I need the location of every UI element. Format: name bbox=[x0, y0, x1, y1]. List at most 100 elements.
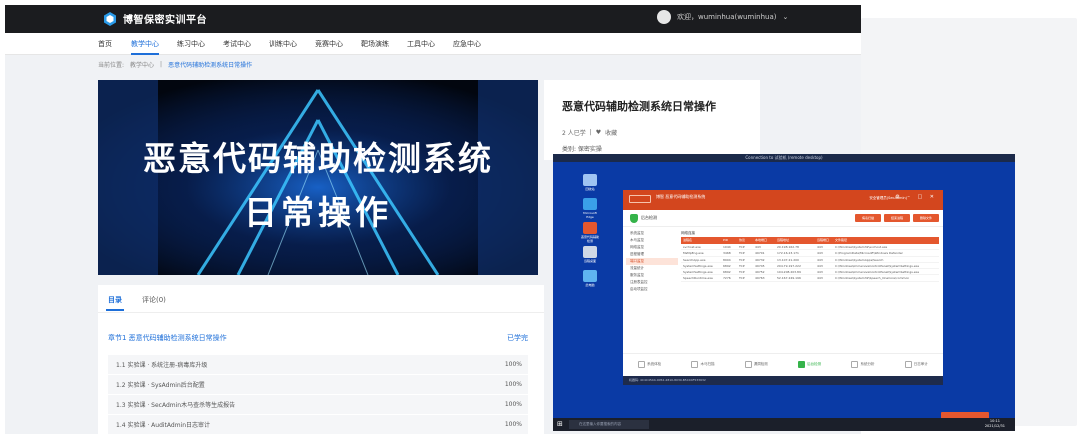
table-body: svchost.exe 1044 TCP 443 20.198.162.78 443 C:\… bbox=[681, 244, 939, 282]
logo[interactable]: 博智保密实训平台 bbox=[103, 11, 207, 26]
bottom-nav-label: 漏洞检测 bbox=[753, 362, 768, 366]
table-cell: TCP bbox=[739, 276, 745, 281]
remote-window-title: Connection to 试验机 (remote desktop) bbox=[553, 154, 1015, 162]
sidebar-item[interactable]: 进程管理 bbox=[626, 251, 678, 258]
nav-emergency[interactable]: 应急中心 bbox=[453, 33, 481, 55]
clock-date: 2021/12/31 bbox=[984, 424, 1005, 428]
breadcrumb-teaching[interactable]: 教学中心 bbox=[130, 60, 154, 69]
nav-home[interactable]: 首页 bbox=[98, 33, 112, 55]
sidebar-item[interactable]: 启动项监控 bbox=[626, 286, 678, 293]
app-name: 博智 恶意代码辅助检测系统 bbox=[656, 194, 706, 199]
table-cell: 443 bbox=[817, 263, 823, 268]
table-row[interactable]: SpeechRuntime.exe 7276 TCP 49763 52.167.249.… bbox=[681, 275, 939, 282]
lesson-item[interactable]: 1.4 实验课 · AuditAdmin日志审计 100% bbox=[108, 415, 528, 434]
table-cell: 443 bbox=[817, 257, 823, 262]
sidebar-item[interactable]: 系统监控 bbox=[626, 230, 678, 237]
app-toolbar: 后台检测 病毒扫描 结束进程 删除文件 bbox=[623, 210, 943, 227]
kill-process-button[interactable]: 结束进程 bbox=[884, 214, 910, 222]
table-cell: TCP bbox=[739, 257, 745, 262]
catalog-tabs: 目录 评论(0) bbox=[98, 285, 544, 313]
remote-desktop[interactable]: Connection to 试验机 (remote desktop) 回收站 M… bbox=[553, 154, 1015, 431]
scan-icon bbox=[691, 361, 699, 368]
lesson-label: 1.1 实验课 · 系统注册-病毒库升级 bbox=[116, 362, 208, 369]
lesson-item[interactable]: 1.1 实验课 · 系统注册-病毒库升级 100% bbox=[108, 355, 528, 374]
bottom-nav-item[interactable]: 系统分析 bbox=[836, 354, 889, 375]
table-cell: SystemSettings.exe bbox=[683, 263, 713, 268]
table-cell: C:\Windows\System32\Speech_OneCore\commo… bbox=[835, 276, 910, 281]
nav-teaching[interactable]: 教学中心 bbox=[131, 33, 159, 55]
table-cell: 172.16.23.171 bbox=[777, 251, 799, 256]
bottom-nav-item[interactable]: 木马扫描 bbox=[676, 354, 729, 375]
table-cell: C:\Windows\SystemApps\Search bbox=[835, 257, 884, 262]
course-catalog: 目录 评论(0) 章节1 恶意代码辅助检测系统日常操作 已学完 1.1 实验课 … bbox=[98, 285, 544, 434]
nav-practice[interactable]: 练习中心 bbox=[177, 33, 205, 55]
bottom-nav-item[interactable]: 漏洞检测 bbox=[730, 354, 783, 375]
window-controls[interactable]: ⚙ – □ ✕ bbox=[895, 194, 937, 200]
nav-tools[interactable]: 工具中心 bbox=[407, 33, 435, 55]
tab-catalog[interactable]: 目录 bbox=[108, 295, 122, 305]
sidebar-item[interactable]: 网络监控 bbox=[626, 244, 678, 251]
table-cell: 6892 bbox=[723, 263, 731, 268]
bottom-nav-item[interactable]: 日志审计 bbox=[890, 354, 943, 375]
table-cell: 204.79.197.222 bbox=[777, 263, 801, 268]
table-cell: SystemSettings.exe bbox=[683, 270, 713, 275]
shield-icon bbox=[798, 361, 806, 368]
delete-file-button[interactable]: 删除文件 bbox=[913, 214, 939, 222]
chapter-title: 章节1 恶意代码辅助检测系统日常操作 bbox=[108, 334, 227, 342]
table-cell: TCP bbox=[739, 245, 745, 249]
lesson-item[interactable]: 1.2 实验课 · SysAdmin后台配置 100% bbox=[108, 375, 528, 394]
bottom-nav-item[interactable]: 系统体检 bbox=[623, 354, 676, 375]
desktop-icon-label: 回收站 bbox=[585, 187, 595, 191]
column-header: 远程地址 bbox=[777, 238, 790, 242]
table-cell: SearchApp.exe bbox=[683, 257, 706, 262]
table-cell: C:\Windows\ImmersiveControlPanel\SystemS… bbox=[835, 270, 920, 275]
sidebar-item[interactable]: 流量统计 bbox=[626, 265, 678, 272]
table-cell: 20.198.162.78 bbox=[777, 245, 799, 249]
desktop-icon-detector[interactable]: 恶意代码辅助检测 bbox=[580, 222, 600, 243]
sidebar-item[interactable]: 木马监控 bbox=[626, 237, 678, 244]
sidebar-item[interactable]: 服务监控 bbox=[626, 272, 678, 279]
lesson-list: 1.1 实验课 · 系统注册-病毒库升级 100% 1.2 实验课 · SysAd… bbox=[108, 355, 528, 434]
check-icon bbox=[638, 361, 646, 368]
lesson-item[interactable]: 1.3 实验课 · SecAdmin木马查杀等生成报告 100% bbox=[108, 395, 528, 414]
app-logo bbox=[629, 195, 651, 203]
nav-exam[interactable]: 考试中心 bbox=[223, 33, 251, 55]
heart-icon[interactable]: ♥ bbox=[596, 129, 601, 136]
chevron-down-icon: ⌄ bbox=[782, 13, 789, 21]
windows-start-icon[interactable]: ⊞ bbox=[557, 421, 564, 428]
table-cell: 52.167.249.196 bbox=[777, 276, 801, 281]
nav-range[interactable]: 靶场演练 bbox=[361, 33, 389, 55]
user-menu[interactable]: 欢迎，wuminhua(wuminhua) ⌄ bbox=[657, 10, 788, 24]
user-name: 欢迎，wuminhua(wuminhua) bbox=[677, 13, 777, 21]
table-cell: SpeechRuntime.exe bbox=[683, 276, 713, 281]
bottom-nav-label: 系统分析 bbox=[860, 362, 875, 366]
desktop-icon-pc[interactable]: 此电脑 bbox=[580, 270, 600, 290]
app-sidebar: 系统监控 木马监控 网络监控 进程管理 端口监控 流量统计 服务监控 注册表监控… bbox=[626, 230, 678, 340]
app-header: 博智 恶意代码辅助检测系统 安全管理员(SecAdmin) ⚙ – □ ✕ bbox=[623, 190, 943, 210]
desktop-icon-rdp[interactable]: 远程桌面 bbox=[580, 246, 600, 266]
course-info-card: 恶意代码辅助检测系统日常操作 2 人已学 | ♥ 收藏 类别: 保密实操 bbox=[544, 80, 760, 160]
chapter-row[interactable]: 章节1 恶意代码辅助检测系统日常操作 已学完 bbox=[108, 333, 528, 343]
connection-table: 网络连接 进程名 PID 协议 本地端口 远程地址 远程端口 文件路径 svch… bbox=[681, 230, 939, 340]
taskbar-search[interactable]: 在这里输入你要搜索的内容 bbox=[569, 420, 649, 429]
app-bottom-nav: 系统体检 木马扫描 漏洞检测 后台检测 系统分析 日志审计 bbox=[623, 353, 943, 375]
table-cell: 49701 bbox=[755, 251, 765, 256]
sidebar-item[interactable]: 端口监控 bbox=[626, 258, 678, 265]
main-nav: 首页 教学中心 练习中心 考试中心 训练中心 竞赛中心 靶场演练 工具中心 应急… bbox=[5, 33, 861, 55]
scan-button[interactable]: 病毒扫描 bbox=[855, 214, 881, 222]
table-header: 进程名 PID 协议 本地端口 远程地址 远程端口 文件路径 bbox=[681, 237, 939, 244]
nav-training[interactable]: 训练中心 bbox=[269, 33, 297, 55]
lesson-progress: 100% bbox=[504, 401, 522, 408]
desktop-icon-edge[interactable]: Microsoft Edge bbox=[580, 198, 600, 219]
column-header: 文件路径 bbox=[835, 238, 848, 242]
detector-app-window[interactable]: 博智 恶意代码辅助检测系统 安全管理员(SecAdmin) ⚙ – □ ✕ 后台… bbox=[623, 190, 943, 385]
tab-comments[interactable]: 评论(0) bbox=[142, 295, 166, 305]
sidebar-item[interactable]: 注册表监控 bbox=[626, 279, 678, 286]
lesson-label: 1.2 实验课 · SysAdmin后台配置 bbox=[116, 382, 205, 389]
bottom-nav-item-active[interactable]: 后台检测 bbox=[783, 354, 836, 375]
tool-label: 后台检测 bbox=[641, 215, 657, 220]
column-header: 远程端口 bbox=[817, 238, 830, 242]
nav-competition[interactable]: 竞赛中心 bbox=[315, 33, 343, 55]
desktop-icon-recycle[interactable]: 回收站 bbox=[580, 174, 600, 194]
favorite-label[interactable]: 收藏 bbox=[605, 128, 617, 137]
